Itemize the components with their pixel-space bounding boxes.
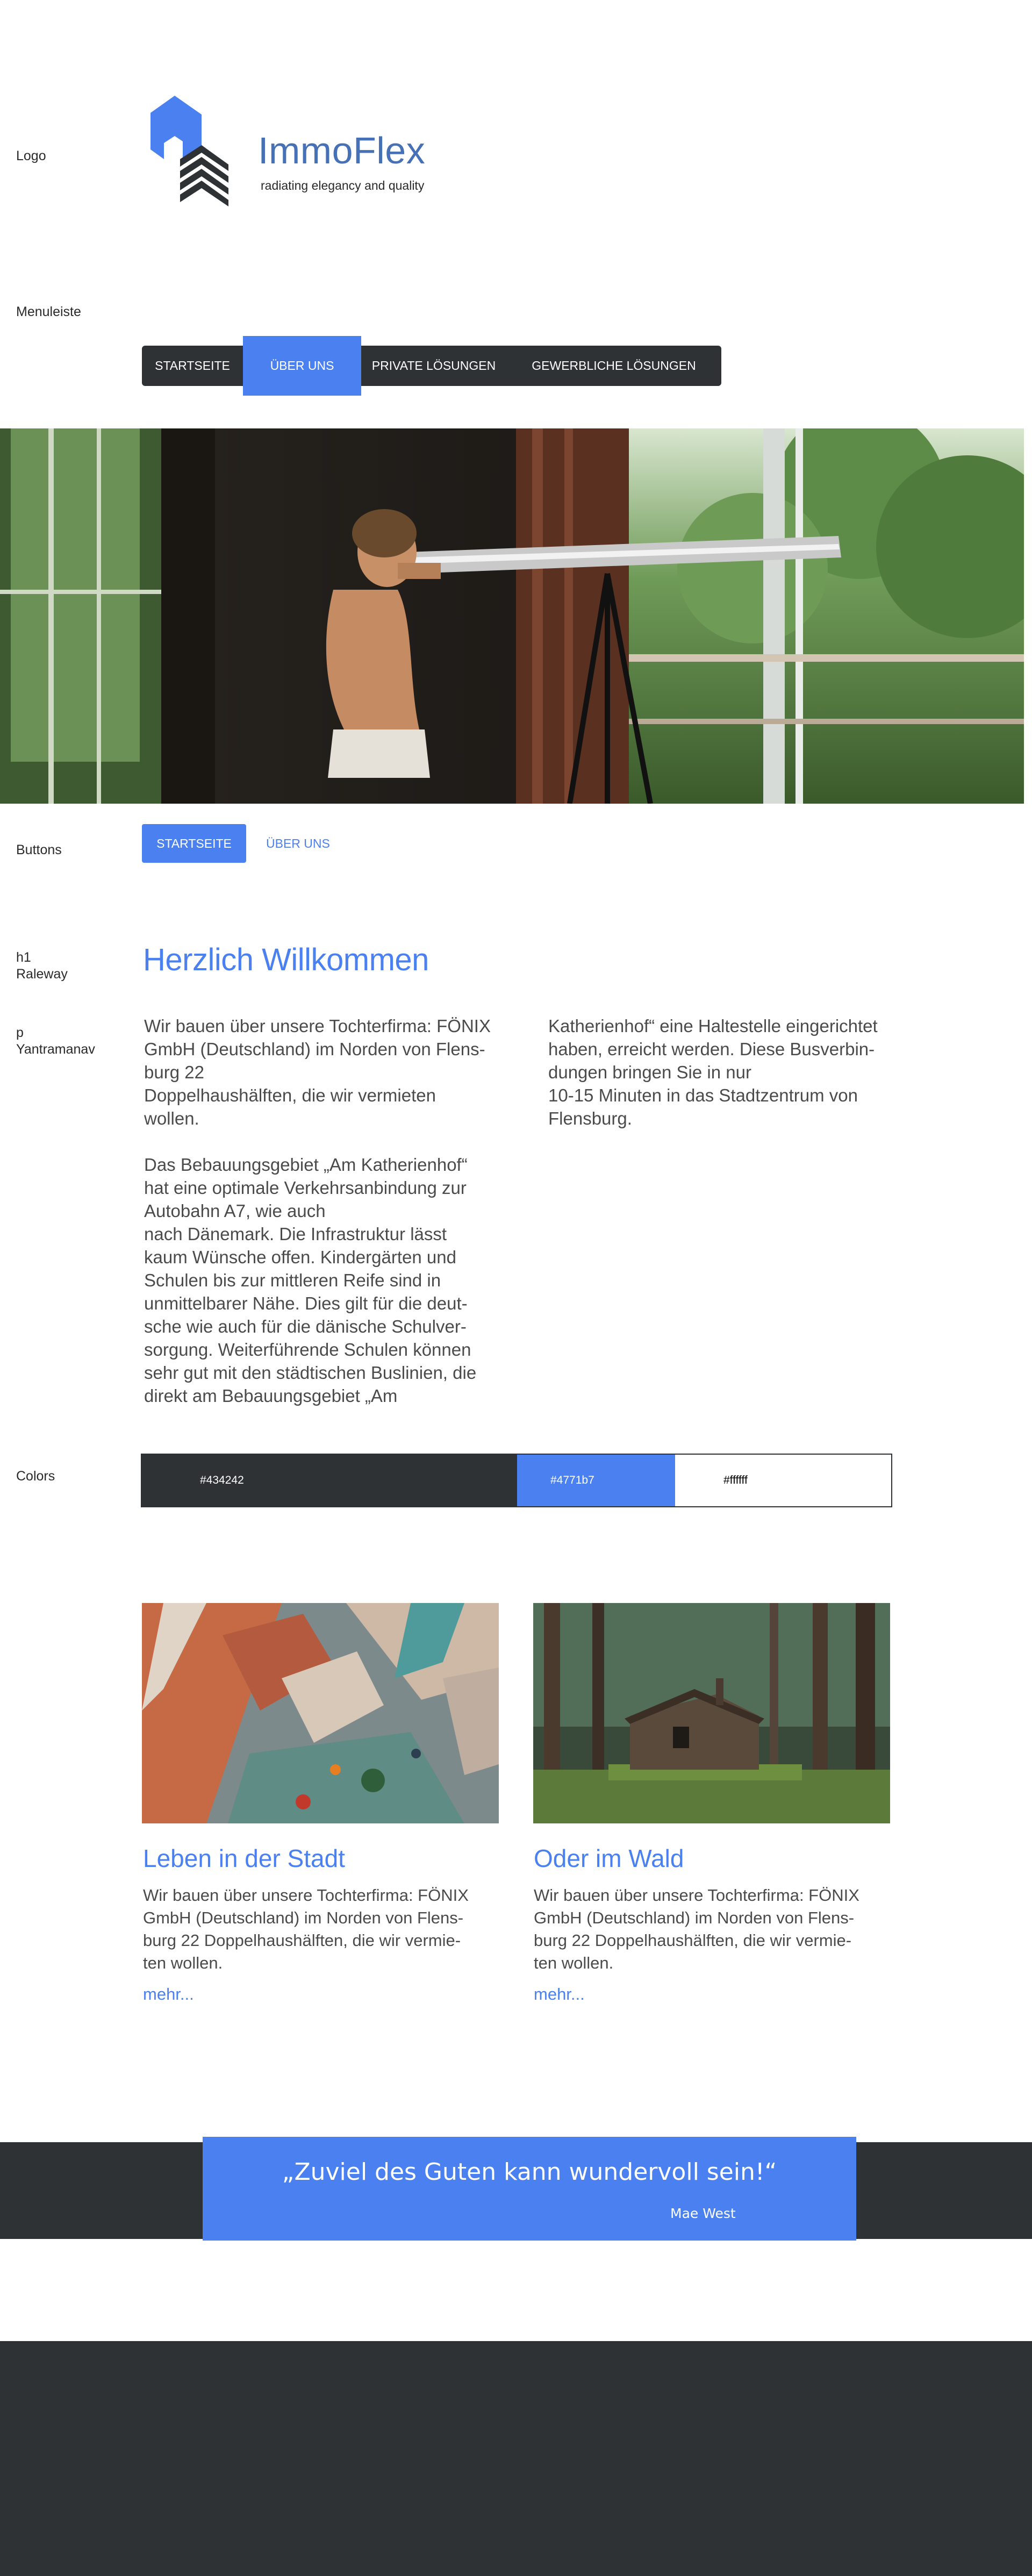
main-menu: Startseite Über uns Private Lösungen Gew… <box>142 336 721 396</box>
footer <box>0 2341 1032 2576</box>
card-text-forest: Wir bauen über unsere Tochterfirma: FÖNI… <box>534 1886 859 1972</box>
page-title: Herzlich Willkommen <box>143 942 429 977</box>
label-p-font: Yantramanav <box>16 1042 95 1057</box>
card-text-city: Wir bauen über unsere Tochterfirma: FÖNI… <box>143 1886 469 1972</box>
label-h1: h1 <box>16 950 31 965</box>
label-buttons: Buttons <box>16 842 62 857</box>
menu-item-gewerbliche-loesungen[interactable]: Gewerbliche Lösungen <box>506 346 721 386</box>
card-image-city <box>142 1603 499 1823</box>
label-menu: Menuleiste <box>16 304 81 319</box>
ueber-uns-link[interactable]: Über uns <box>266 824 330 863</box>
label-colors: Colors <box>16 1469 55 1484</box>
startseite-button[interactable]: Startseite <box>142 824 246 863</box>
quote-text: „Zuviel des Guten kann wundervoll sein!“ <box>282 2158 777 2186</box>
hero-image <box>0 428 1024 804</box>
paragraph-column-1: Wir bauen über unsere Tochterfirma: FÖNI… <box>144 1016 491 1406</box>
card-image-forest <box>533 1603 890 1823</box>
color-swatch-blue: #4771b7 <box>517 1455 675 1506</box>
menu-item-private-loesungen[interactable]: Private Lösungen <box>361 346 506 386</box>
card-title-forest: Oder im Wald <box>534 1844 684 1872</box>
logo-name: ImmoFlex <box>258 130 426 171</box>
quote-box: „Zuviel des Guten kann wundervoll sein!“… <box>203 2137 856 2241</box>
menu-item-ueber-uns[interactable]: Über uns <box>243 336 361 396</box>
logo-icon <box>150 96 231 214</box>
label-logo: Logo <box>16 148 46 163</box>
color-swatch-dark: #434242 <box>142 1455 517 1506</box>
label-h1-font: Raleway <box>16 967 68 982</box>
card-more-link-forest[interactable]: mehr... <box>534 1985 585 2004</box>
color-swatch-white: #ffffff <box>675 1455 891 1506</box>
paragraph-column-2: Katherienhof“ eine Haltestelle eingerich… <box>548 1016 878 1128</box>
logo-tagline: radiating elegancy and quality <box>261 178 425 192</box>
label-p: p <box>16 1025 24 1040</box>
quote-author: Mae West <box>670 2206 736 2221</box>
card-title-city: Leben in der Stadt <box>143 1844 345 1872</box>
color-palette: #434242 #4771b7 #ffffff <box>141 1454 892 1507</box>
menu-item-startseite[interactable]: Startseite <box>142 346 243 386</box>
card-more-link-city[interactable]: mehr... <box>143 1985 194 2004</box>
